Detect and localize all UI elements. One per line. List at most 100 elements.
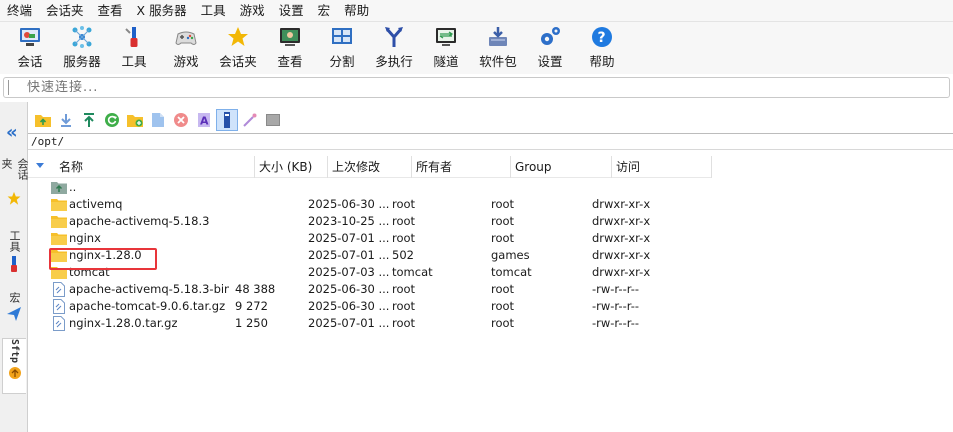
macro-send-icon (7, 307, 21, 321)
table-row[interactable]: activemq 2025-06-30 ... root root drwxr-xr-x (28, 196, 728, 213)
menu-item[interactable]: 游戏 (233, 0, 272, 22)
menu-item[interactable]: 终端 (0, 0, 39, 22)
download-button[interactable] (55, 109, 77, 131)
side-tab-sftp[interactable]: Sftp (2, 338, 26, 394)
collapse-panel-icon[interactable]: « (6, 122, 18, 143)
toolbar-button-help[interactable]: ? 帮助 (576, 22, 628, 74)
refresh-icon (105, 113, 119, 127)
new-file-button[interactable] (147, 109, 169, 131)
column-header-group[interactable]: Group (511, 156, 612, 178)
delete-button[interactable] (170, 109, 192, 131)
side-tab-macros[interactable]: 宏 (2, 292, 26, 336)
toolbar-button-tools[interactable]: 工具 (108, 22, 160, 74)
cell-owner: root (392, 214, 416, 228)
toolbar-button-label: 隧道 (433, 54, 459, 69)
new-folder-button[interactable] (124, 109, 146, 131)
toolbar-button-label: 会话 (17, 54, 43, 69)
toolbar-button-packages[interactable]: 软件包 (472, 22, 524, 74)
side-tab-sessions[interactable]: 会话夹 (0, 158, 29, 206)
cell-group: games (491, 248, 530, 262)
parent-folder-icon (35, 115, 51, 127)
table-row[interactable]: apache-tomcat-9.0.6.tar.gz 9 272 2025-06-3… (28, 298, 728, 315)
table-row[interactable]: apache-activemq-5.18.3 2023-10-25 ... root… (28, 213, 728, 230)
terminal-follow-button[interactable] (216, 109, 238, 131)
sftp-icon (8, 367, 21, 380)
side-tab-tools[interactable]: 工具 (2, 230, 26, 286)
menu-item[interactable]: X 服务器 (130, 0, 194, 22)
upload-button[interactable] (78, 109, 100, 131)
cell-owner: tomcat (392, 265, 433, 279)
path-bar[interactable]: /opt/ (28, 133, 953, 150)
toolbar-button-gamepad[interactable]: 游戏 (160, 22, 212, 74)
cell-modified: 2025-07-03 ... (308, 265, 390, 279)
side-tab-label: 会话夹 (0, 158, 29, 180)
column-header-owner[interactable]: 所有者 (412, 156, 511, 178)
settings-icon (538, 25, 562, 49)
menu-item[interactable]: 工具 (194, 0, 233, 22)
table-row[interactable]: .. (28, 179, 728, 196)
cell-owner: root (392, 299, 416, 313)
cell-modified: 2025-06-30 ... (308, 197, 390, 211)
cell-group: root (491, 214, 515, 228)
toolbar-button-tunnel[interactable]: 隧道 (420, 22, 472, 74)
toolbar-button-session[interactable]: 会话 (4, 22, 56, 74)
cell-group: root (491, 316, 515, 330)
toolbar-button-split[interactable]: 分割 (316, 22, 368, 74)
rename-button[interactable]: A (193, 109, 215, 131)
cell-modified: 2025-07-01 ... (308, 248, 390, 262)
cell-name: apache-activemq-5.18.3 (69, 214, 210, 228)
tools-icon (11, 256, 17, 272)
toolbar-button-label: 设置 (537, 54, 563, 69)
cell-group: root (491, 197, 515, 211)
packages-icon (486, 25, 510, 49)
toolbar-button-label: 会话夹 (219, 54, 257, 69)
cell-name: apache-activemq-5.18.3-bin.t... (69, 282, 229, 296)
file-icon (53, 299, 65, 314)
toolbar-button-view[interactable]: 查看 (264, 22, 316, 74)
menu-item[interactable]: 帮助 (337, 0, 376, 22)
toolbar-button-star[interactable]: 会话夹 (212, 22, 264, 74)
delete-icon (174, 113, 188, 127)
menu-item[interactable]: 会话夹 (39, 0, 91, 22)
file-table-header: 名称 大小 (KB) 上次修改 所有者 Group 访问 (28, 156, 712, 178)
menu-item[interactable]: 宏 (311, 0, 338, 22)
column-header-name[interactable]: 名称 (55, 156, 255, 178)
parent-folder-button[interactable] (32, 109, 54, 131)
side-tab-label: 宏 (8, 292, 21, 303)
table-row[interactable]: nginx-1.28.0.tar.gz 1 250 2025-07-01 ... ro… (28, 315, 728, 332)
menu-item[interactable]: 设置 (272, 0, 311, 22)
folder-icon (51, 199, 67, 211)
column-header-size[interactable]: 大小 (KB) (255, 156, 328, 178)
open-terminal-button[interactable] (262, 109, 284, 131)
column-header-access[interactable]: 访问 (612, 156, 712, 178)
sftp-toolbar: A (28, 107, 285, 133)
star-icon (7, 192, 21, 206)
cell-group: root (491, 231, 515, 245)
column-header-modified[interactable]: 上次修改 (328, 156, 412, 178)
help-icon: ? (590, 25, 614, 49)
refresh-button[interactable] (101, 109, 123, 131)
highlight-box (49, 248, 157, 270)
cell-modified: 2025-07-01 ... (308, 316, 390, 330)
quick-connect-input[interactable] (27, 80, 627, 95)
table-row[interactable]: nginx 2025-07-01 ... root root drwxr-xr-x (28, 230, 728, 247)
toolbar-button-multiexec[interactable]: 多执行 (368, 22, 420, 74)
toolbar-button-settings[interactable]: 设置 (524, 22, 576, 74)
header-spacer (28, 156, 55, 178)
settings-wand-button[interactable] (239, 109, 261, 131)
table-row[interactable]: apache-activemq-5.18.3-bin.t... 48 388 202… (28, 281, 728, 298)
magic-wand-icon (243, 113, 257, 127)
quick-connect-bar[interactable] (3, 77, 950, 98)
multiexec-icon (382, 25, 406, 49)
split-icon (330, 25, 354, 49)
menu-item[interactable]: 查看 (91, 0, 130, 22)
cell-group: tomcat (491, 265, 532, 279)
download-icon (61, 114, 71, 127)
file-icon (53, 282, 65, 297)
cell-modified: 2025-06-30 ... (308, 299, 390, 313)
follow-terminal-icon (224, 112, 230, 128)
cell-owner: root (392, 197, 416, 211)
toolbar-button-servers[interactable]: 服务器 (56, 22, 108, 74)
parent-directory-icon (51, 182, 67, 194)
folder-icon (51, 216, 67, 228)
